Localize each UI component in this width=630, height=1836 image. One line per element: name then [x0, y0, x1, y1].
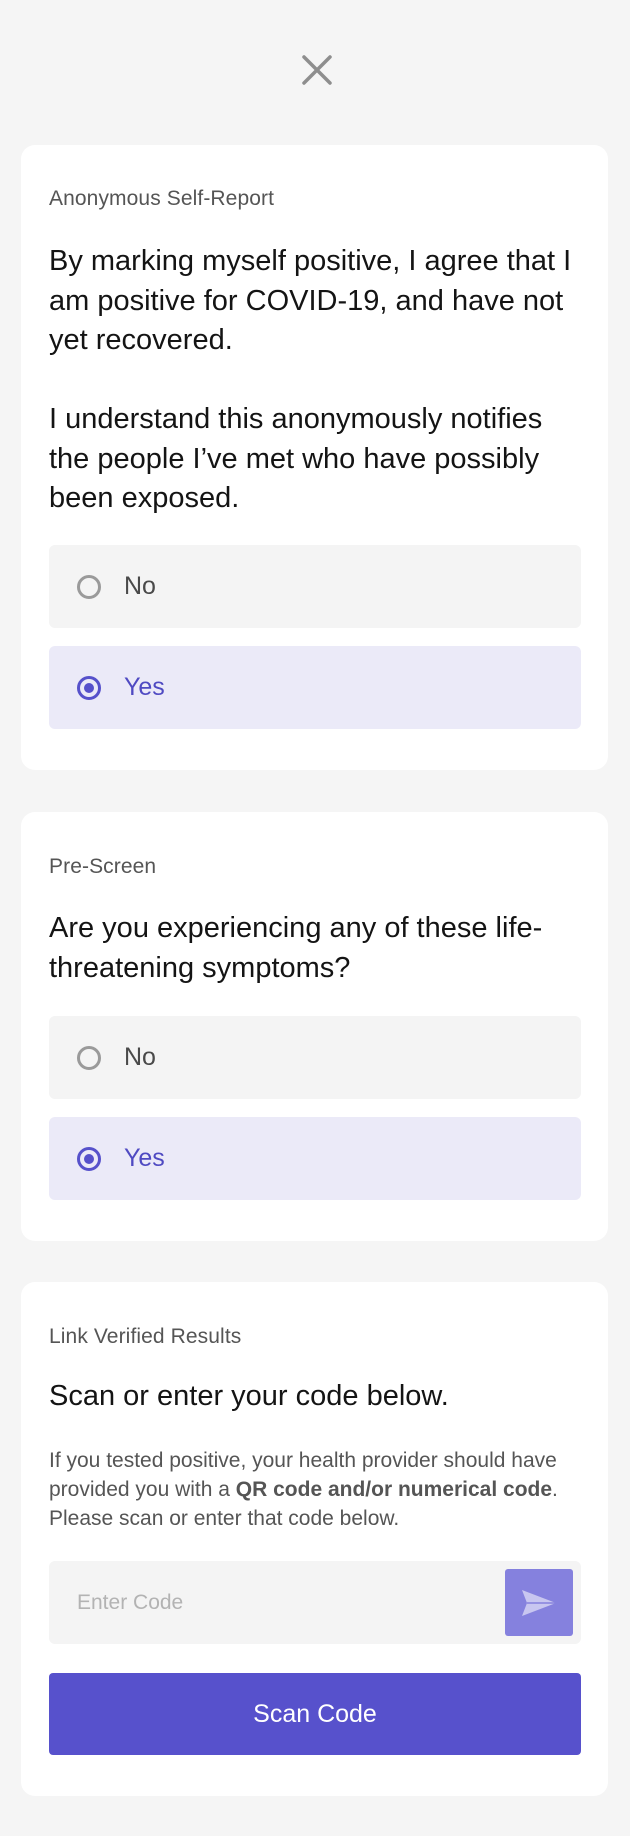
verified-results-card: Link Verified Results Scan or enter your… [21, 1282, 608, 1796]
close-button[interactable] [296, 52, 336, 92]
self-report-paragraph-2: I understand this anonymously notifies t… [49, 403, 543, 514]
radio-unchecked-icon [77, 574, 101, 599]
close-icon [302, 55, 332, 85]
self-report-option-yes[interactable]: Yes [49, 646, 581, 729]
code-entry-field [49, 1561, 581, 1644]
self-report-card: Anonymous Self-Report By marking myself … [21, 145, 608, 770]
option-label: No [124, 572, 156, 600]
report-screen: Anonymous Self-Report By marking myself … [0, 0, 630, 1836]
instructions-emphasis: QR code and/or numerical code [235, 1478, 553, 1501]
code-input[interactable] [49, 1561, 489, 1644]
verified-results-instructions: If you tested positive, your health prov… [49, 1446, 589, 1533]
option-label: Yes [124, 673, 165, 701]
radio-checked-icon [77, 675, 101, 700]
radio-unchecked-icon [77, 1045, 101, 1070]
option-label: No [124, 1043, 156, 1071]
self-report-eyebrow: Anonymous Self-Report [49, 187, 275, 210]
self-report-option-no[interactable]: No [49, 545, 581, 628]
self-report-paragraph-1: By marking myself positive, I agree that… [49, 245, 572, 356]
option-label: Yes [124, 1144, 165, 1172]
submit-code-button[interactable] [505, 1569, 573, 1636]
pre-screen-eyebrow: Pre-Screen [49, 855, 157, 878]
radio-checked-icon [77, 1146, 101, 1171]
pre-screen-card: Pre-Screen Are you experiencing any of t… [21, 812, 608, 1241]
verified-results-heading: Scan or enter your code below. [49, 1380, 449, 1412]
verified-results-eyebrow: Link Verified Results [49, 1325, 242, 1348]
self-report-statement: By marking myself positive, I agree that… [49, 242, 589, 519]
pre-screen-option-yes[interactable]: Yes [49, 1117, 581, 1200]
pre-screen-question: Are you experiencing any of these life-t… [49, 912, 543, 984]
pre-screen-option-no[interactable]: No [49, 1016, 581, 1099]
send-icon [522, 1589, 556, 1616]
scan-code-button[interactable]: Scan Code [49, 1673, 581, 1755]
